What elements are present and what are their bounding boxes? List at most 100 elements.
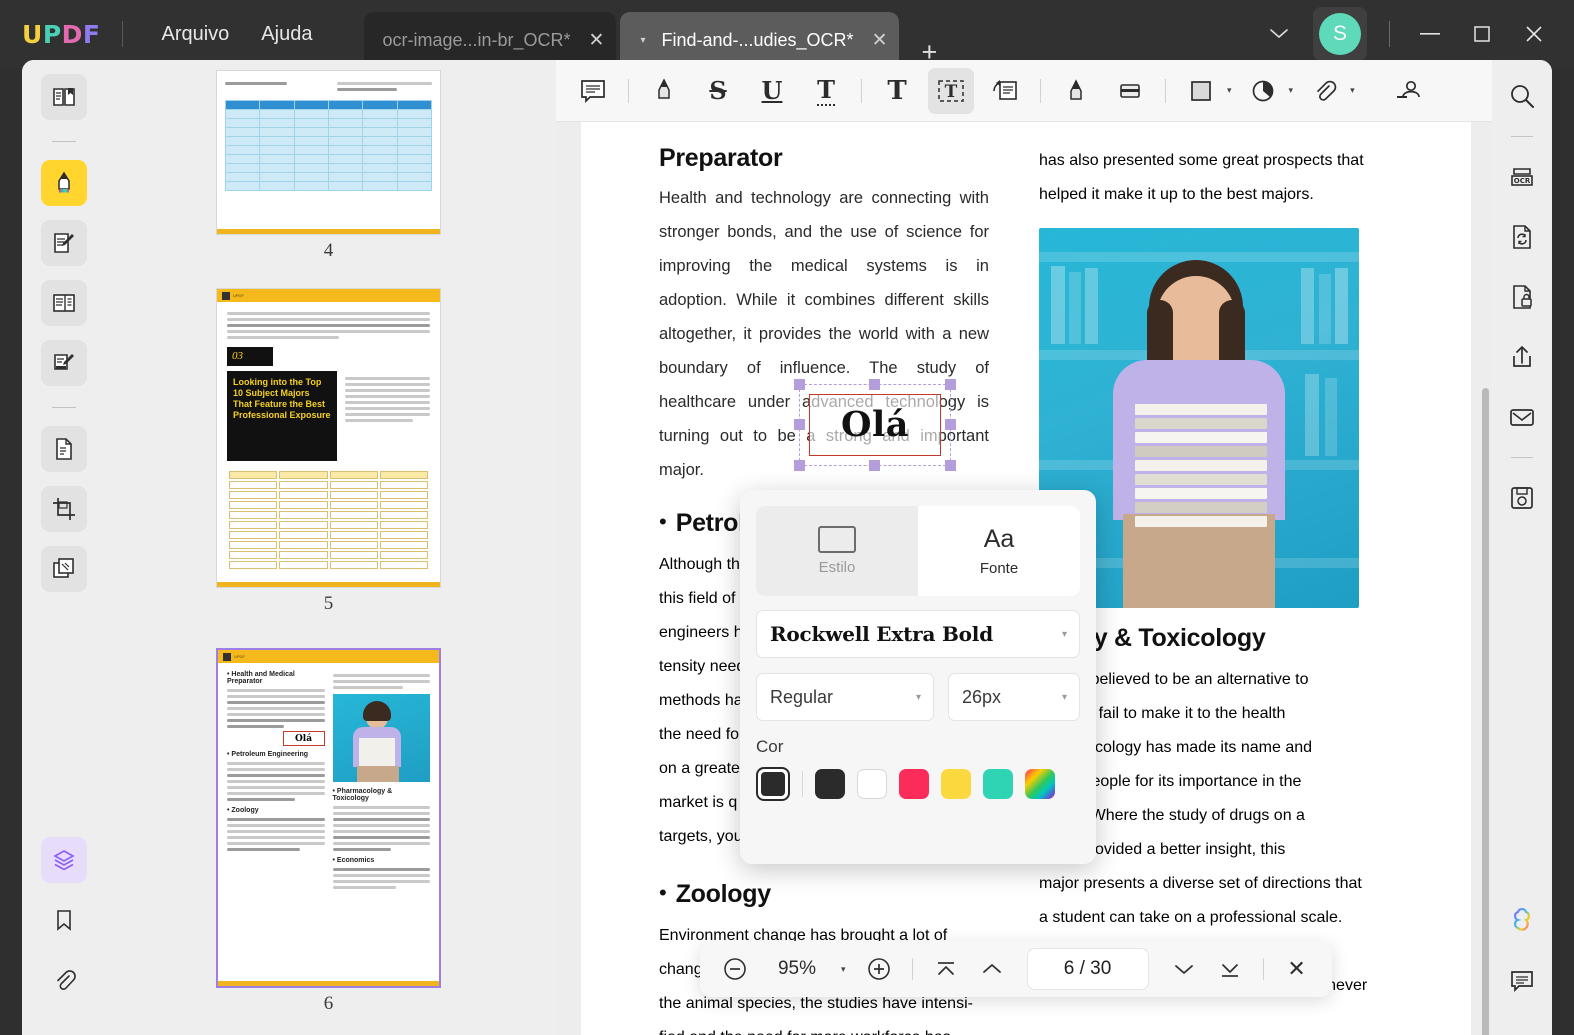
account-button[interactable]: S	[1313, 7, 1367, 61]
prev-page-button[interactable]	[971, 948, 1013, 990]
window-minimize-button[interactable]	[1404, 0, 1456, 68]
eraser-icon[interactable]	[1107, 68, 1153, 114]
zoom-in-button[interactable]	[858, 948, 900, 990]
thumbnail-item[interactable]: UPDF • Health and Medical Preparator Olá	[216, 648, 441, 1015]
thumbnail-item[interactable]: 4	[216, 70, 441, 262]
shape-icon[interactable]	[1178, 68, 1224, 114]
resize-handle-ne[interactable]	[945, 379, 956, 390]
tab-title-1: ocr-image...in-br_OCR*	[382, 29, 571, 50]
font-family-select[interactable]: Rockwell Extra Bold ▾	[756, 610, 1080, 658]
next-page-button[interactable]	[1163, 948, 1205, 990]
save-as-icon[interactable]	[1500, 476, 1544, 520]
menu-arquivo[interactable]: Arquivo	[145, 17, 245, 52]
page-indicator[interactable]: 6 / 30	[1026, 948, 1149, 990]
fill-sign-icon[interactable]	[41, 340, 87, 386]
attach-file-tool[interactable]: ▾	[1301, 68, 1355, 114]
font-weight-caret-icon[interactable]: ▾	[916, 692, 921, 703]
font-size-caret-icon[interactable]: ▾	[1062, 692, 1067, 703]
note-comment-icon[interactable]	[570, 68, 616, 114]
crop-icon[interactable]	[41, 486, 87, 532]
swatch-rainbow[interactable]	[1025, 769, 1055, 799]
protect-icon[interactable]	[1500, 275, 1544, 319]
annotation-toolbar: S U T T T ▾ ▾ ▾	[556, 60, 1492, 122]
close-pager-button[interactable]: ✕	[1276, 948, 1318, 990]
resize-handle-sw[interactable]	[794, 460, 805, 471]
reader-mode-icon[interactable]	[41, 74, 87, 120]
resize-handle-nw[interactable]	[794, 379, 805, 390]
window-maximize-button[interactable]	[1456, 0, 1508, 68]
edit-pdf-icon[interactable]	[41, 220, 87, 266]
stamp-icon[interactable]	[1240, 68, 1286, 114]
pencil-icon[interactable]	[1053, 68, 1099, 114]
selected-text-box[interactable]: Olá	[809, 394, 941, 456]
font-size-select[interactable]: 26px ▾	[948, 673, 1080, 721]
font-family-caret-icon[interactable]: ▾	[1062, 629, 1067, 640]
text-tool-icon[interactable]: T	[874, 68, 920, 114]
resize-handle-s[interactable]	[869, 460, 880, 471]
search-icon[interactable]	[1500, 74, 1544, 118]
organize-pages-icon[interactable]	[41, 280, 87, 326]
font-weight-select[interactable]: Regular ▾	[756, 673, 934, 721]
swatch-yellow[interactable]	[941, 769, 971, 799]
fonte-tab[interactable]: Aa Fonte	[918, 506, 1080, 596]
left-tool-rail	[22, 60, 106, 1035]
font-properties-popup[interactable]: Estilo Aa Fonte Rockwell Extra Bold ▾ Re…	[740, 490, 1096, 864]
toolbar-separator-4	[1165, 78, 1166, 103]
bookmark-icon[interactable]	[41, 897, 87, 943]
resize-handle-se[interactable]	[945, 460, 956, 471]
swatch-black[interactable]	[815, 769, 845, 799]
underline-icon[interactable]: U	[749, 68, 795, 114]
shape-caret-icon[interactable]: ▾	[1227, 85, 1232, 96]
estilo-tab[interactable]: Estilo	[756, 506, 918, 596]
shape-tool[interactable]: ▾	[1178, 68, 1232, 114]
tab-dropdown-caret-icon[interactable]: ▾	[640, 35, 645, 46]
last-page-button[interactable]	[1209, 948, 1251, 990]
comment-highlight-icon[interactable]	[41, 160, 87, 206]
zoom-level[interactable]: 95%	[760, 958, 834, 980]
attachment-icon[interactable]	[41, 957, 87, 1003]
email-icon[interactable]	[1500, 395, 1544, 439]
convert-pdf-icon[interactable]	[41, 426, 87, 472]
resize-handle-w[interactable]	[794, 419, 805, 430]
paragraph-top-right: has also presented some great prospects …	[1039, 144, 1369, 212]
swatch-divider	[802, 771, 803, 797]
right-top-line: helped it make it up to the best majors.	[1039, 186, 1314, 203]
vertical-scrollbar[interactable]	[1482, 388, 1489, 1035]
toolbar-separator-1	[628, 78, 629, 103]
zoom-out-button[interactable]	[714, 948, 756, 990]
highlighter-icon[interactable]	[641, 68, 687, 114]
font-weight-value: Regular	[770, 686, 834, 707]
strikethrough-icon[interactable]: S	[695, 68, 741, 114]
attach-file-icon[interactable]	[1301, 68, 1347, 114]
text-box-icon[interactable]: T	[928, 67, 974, 114]
thumbnail-item[interactable]: UPDF 03 Looking into the Top 10 Subject …	[216, 288, 441, 615]
resize-handle-n[interactable]	[869, 379, 880, 390]
first-page-button[interactable]	[925, 948, 967, 990]
thumbnail-panel[interactable]: 4 UPDF 03 Looking into the Top 10 Subjec…	[106, 60, 556, 1035]
comments-panel-icon[interactable]	[1500, 959, 1544, 1003]
share-icon[interactable]	[1500, 335, 1544, 379]
stamp-caret-icon[interactable]: ▾	[1289, 85, 1294, 96]
swatch-teal[interactable]	[983, 769, 1013, 799]
stamp-tool[interactable]: ▾	[1240, 68, 1294, 114]
ai-assistant-icon[interactable]	[1500, 899, 1544, 943]
signature-icon[interactable]	[1385, 68, 1431, 114]
swatch-selected-black[interactable]	[756, 767, 790, 801]
resize-handle-e[interactable]	[945, 419, 956, 430]
chevron-down-icon[interactable]	[1255, 18, 1303, 50]
callout-icon[interactable]	[982, 68, 1028, 114]
updf-logo: UPDF	[22, 20, 100, 49]
thumbnails-layers-icon[interactable]	[41, 837, 87, 883]
tab-close-1[interactable]: ✕	[589, 29, 605, 52]
squiggly-underline-icon[interactable]: T	[803, 68, 849, 114]
swatch-pink[interactable]	[899, 769, 929, 799]
zoom-caret-icon[interactable]: ▾	[841, 964, 846, 975]
attach-caret-icon[interactable]: ▾	[1350, 85, 1355, 96]
ocr-icon[interactable]: OCR	[1500, 155, 1544, 199]
batch-icon[interactable]	[41, 546, 87, 592]
menu-ajuda[interactable]: Ajuda	[245, 17, 328, 52]
swatch-white[interactable]	[857, 769, 887, 799]
window-close-button[interactable]	[1508, 0, 1560, 68]
tab-close-2[interactable]: ✕	[872, 29, 888, 52]
compress-convert-icon[interactable]	[1500, 215, 1544, 259]
